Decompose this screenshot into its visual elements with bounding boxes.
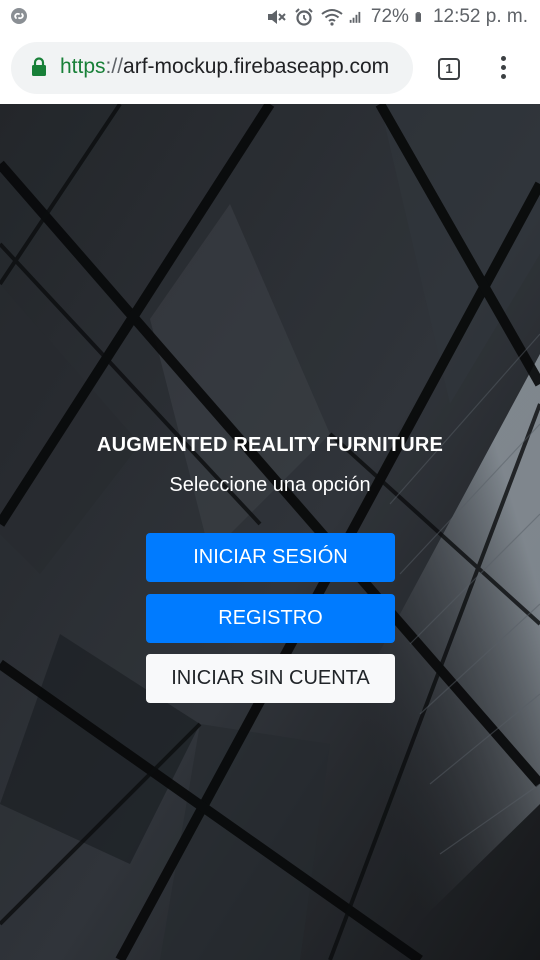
- url-scheme: https: [60, 55, 106, 78]
- alarm-icon: [295, 8, 313, 26]
- phone-screen: 72% 12:52 p. m. https://arf-mockup.fireb…: [0, 0, 540, 960]
- register-button[interactable]: REGISTRO: [146, 594, 395, 643]
- building-background-image: [0, 104, 540, 960]
- url-host: arf-mockup.firebaseapp.com: [123, 55, 390, 78]
- tab-switcher-button[interactable]: 1: [438, 58, 460, 80]
- mute-icon: [267, 10, 286, 24]
- login-button[interactable]: INICIAR SESIÓN: [146, 533, 395, 582]
- address-bar[interactable]: https://arf-mockup.firebaseapp.com: [11, 42, 413, 94]
- battery-percentage: 72%: [370, 6, 409, 27]
- browser-toolbar: https://arf-mockup.firebaseapp.com 1: [0, 34, 540, 104]
- clock: 12:52 p. m.: [432, 6, 528, 27]
- continue-without-account-button[interactable]: INICIAR SIN CUENTA: [146, 654, 395, 703]
- signal-icon: [349, 11, 361, 23]
- status-bar: 72% 12:52 p. m.: [0, 0, 540, 34]
- status-icons: 72% 12:52 p. m.: [265, 5, 528, 29]
- lock-icon: [32, 57, 46, 76]
- overflow-menu-icon[interactable]: [495, 56, 511, 84]
- page-title: AUGMENTED REALITY FURNITURE: [96, 434, 444, 456]
- battery-icon: [415, 12, 421, 22]
- shazam-icon: [11, 8, 27, 24]
- url-separator: ://: [105, 55, 124, 78]
- url-text[interactable]: https://arf-mockup.firebaseapp.com: [60, 55, 389, 79]
- page-subtitle: Seleccione una opción: [169, 474, 371, 496]
- page-content: AUGMENTED REALITY FURNITURE Seleccione u…: [0, 104, 540, 960]
- wifi-icon: [321, 9, 343, 26]
